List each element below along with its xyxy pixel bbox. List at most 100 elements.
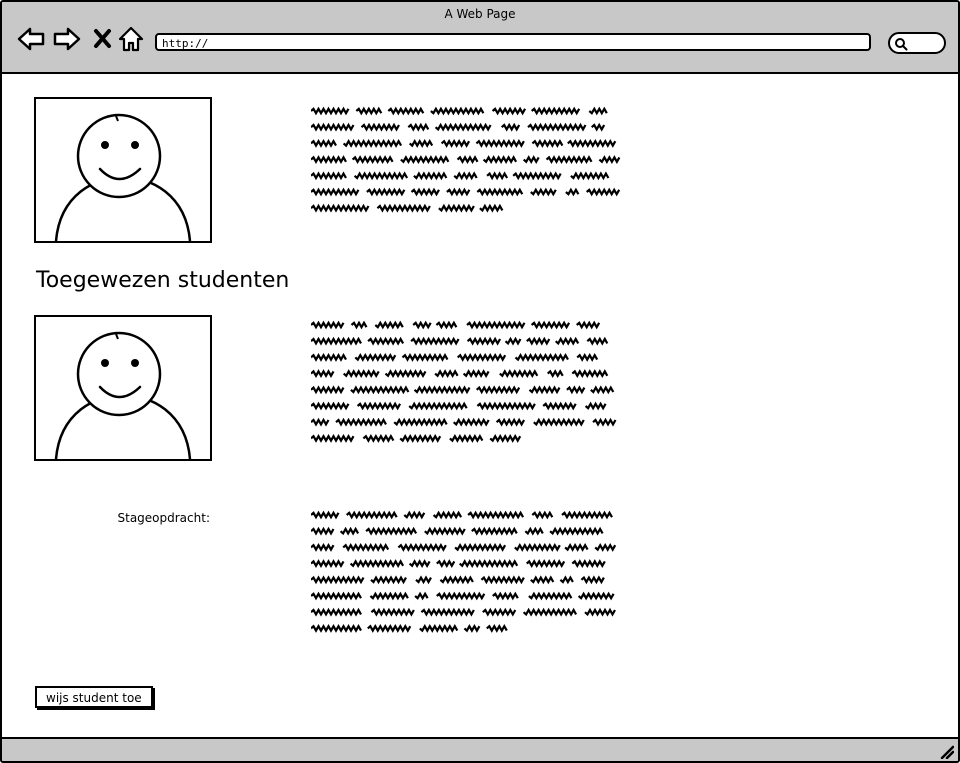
scribble-word — [575, 320, 601, 330]
scribble-word — [542, 401, 577, 411]
scribble-word — [434, 369, 459, 379]
scribble-word — [355, 106, 383, 116]
scribble-word — [471, 526, 518, 536]
scribble-word — [456, 352, 507, 362]
scribble-word — [476, 187, 524, 197]
scribble-word — [482, 155, 518, 165]
scribble-word — [366, 187, 406, 197]
scribble-word — [456, 155, 479, 165]
scribble-word — [452, 417, 490, 427]
scribble-word — [424, 526, 466, 536]
scribble-word — [463, 623, 481, 633]
scribble-word — [339, 526, 360, 536]
back-arrow-icon[interactable] — [16, 24, 46, 54]
scribble-word — [350, 385, 410, 395]
scribble-word — [365, 526, 418, 536]
scribble-word — [400, 155, 450, 165]
scribble-word — [413, 171, 448, 181]
scribble-word — [453, 171, 478, 181]
scribble-word — [354, 352, 397, 362]
scribble-word — [522, 607, 578, 617]
scribble-word — [360, 122, 400, 132]
scribble-word — [489, 433, 522, 443]
scribble-word — [311, 138, 337, 148]
scribble-word — [588, 106, 608, 116]
scribble-word — [577, 591, 615, 601]
scribble-word — [571, 559, 606, 569]
scribble-word — [466, 336, 502, 346]
scribble-word — [559, 575, 574, 585]
scribble-word — [311, 352, 347, 362]
scribble-word — [549, 526, 604, 536]
scribble-word — [414, 591, 429, 601]
resize-grip-icon[interactable] — [938, 743, 954, 759]
scribble-word — [311, 607, 362, 617]
scribble-word — [311, 203, 370, 213]
scribble-word — [410, 336, 460, 346]
scribble-word — [590, 122, 606, 132]
scribble-word — [530, 187, 557, 197]
scribble-word — [311, 106, 350, 116]
scribble-word — [590, 385, 615, 395]
avatar-placeholder — [34, 315, 212, 461]
scribble-word — [475, 138, 525, 148]
scribble-lines — [311, 106, 621, 213]
scribble-word — [486, 623, 508, 633]
scribble-word — [545, 155, 593, 165]
scribble-word — [436, 591, 486, 601]
scribble-word — [571, 369, 609, 379]
scribble-word — [514, 542, 561, 552]
section-heading: Toegewezen studenten — [36, 268, 290, 293]
scribble-word — [576, 352, 599, 362]
scribble-word — [311, 623, 362, 633]
scribble-word — [592, 417, 617, 427]
scribble-word — [311, 510, 340, 520]
scribble-word — [342, 542, 390, 552]
scribble-word — [376, 203, 431, 213]
stop-x-icon[interactable] — [88, 24, 118, 54]
scribble-word — [335, 417, 387, 427]
scribble-word — [531, 138, 564, 148]
scribble-word — [353, 171, 409, 181]
scribble-word — [438, 203, 475, 213]
scribble-word — [345, 510, 398, 520]
scribble-word — [446, 187, 471, 197]
scribble-word — [531, 510, 554, 520]
scribble-word — [311, 320, 345, 330]
scribble-word — [415, 575, 432, 585]
scribble-word — [564, 542, 589, 552]
scribble-word — [370, 575, 407, 585]
search-field[interactable] — [888, 32, 946, 54]
scribble-word — [410, 187, 440, 197]
scribble-word — [397, 542, 447, 552]
scribble-word — [393, 417, 448, 427]
scribble-lines — [311, 320, 617, 443]
url-input[interactable]: http:// — [155, 33, 871, 51]
home-icon[interactable] — [116, 24, 146, 54]
scribble-word — [462, 369, 490, 379]
scribble-word — [512, 171, 562, 181]
avatar-placeholder — [34, 97, 212, 243]
scribble-word — [311, 336, 362, 346]
forward-arrow-icon[interactable] — [52, 24, 82, 54]
scribble-word — [436, 559, 456, 569]
scribble-word — [435, 320, 458, 330]
scribble-word — [311, 401, 350, 411]
scribble-word — [504, 336, 522, 346]
scribble-word — [311, 369, 335, 379]
scribble-word — [311, 591, 362, 601]
assign-student-button[interactable]: wijs student toe — [35, 686, 153, 708]
scribble-word — [311, 433, 355, 443]
scribble-word — [546, 369, 564, 379]
browser-window: A Web Page http:// Toegewezen studenten … — [0, 0, 960, 763]
scribble-word — [350, 320, 368, 330]
scribble-word — [526, 336, 551, 346]
scribble-word — [311, 417, 330, 427]
scribble-word — [311, 385, 345, 395]
scribble-word — [566, 385, 586, 395]
text-block — [311, 106, 623, 218]
scribble-word — [561, 510, 613, 520]
text-block — [311, 510, 623, 638]
scribble-word — [527, 122, 587, 132]
scribble-word — [580, 575, 605, 585]
